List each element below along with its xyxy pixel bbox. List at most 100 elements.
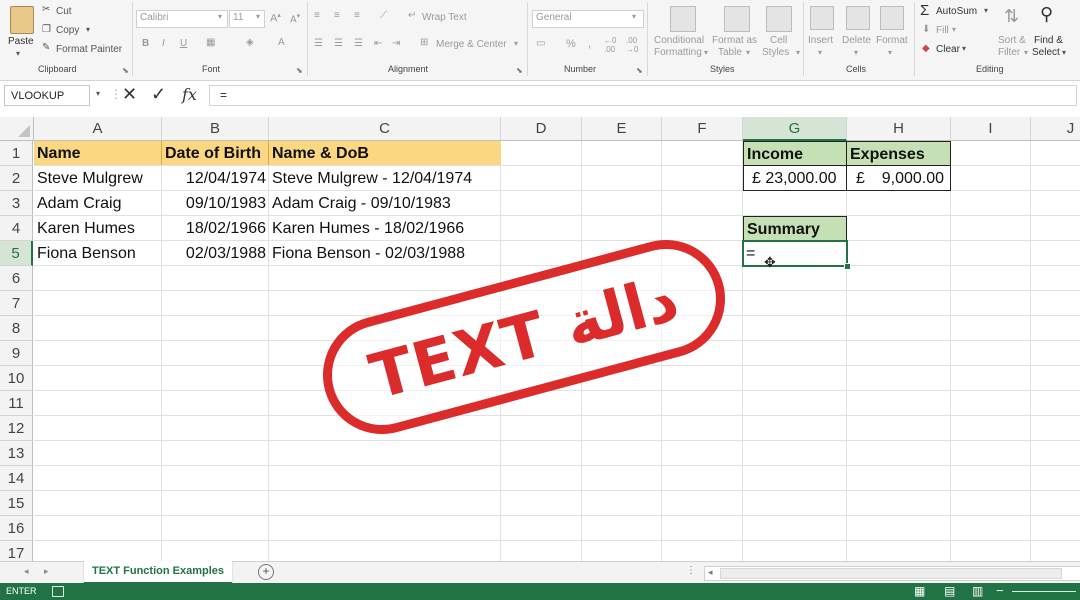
align-bottom-icon[interactable]: ≡ [354, 10, 360, 21]
find-dropdown-icon[interactable]: ▾ [1062, 48, 1066, 57]
font-color-icon[interactable]: A [278, 37, 285, 48]
number-format-dropdown-icon[interactable]: ▾ [632, 12, 636, 21]
column-header-j[interactable]: J [1031, 117, 1080, 141]
row-header-1[interactable]: 1 [0, 141, 33, 166]
delete-button[interactable]: Delete [842, 35, 871, 46]
table-label[interactable]: Table [718, 47, 742, 58]
autosum-dropdown-icon[interactable]: ▾ [984, 6, 988, 15]
column-header-d[interactable]: D [501, 117, 582, 141]
formula-input[interactable]: = [209, 85, 1077, 106]
delete-dropdown-icon[interactable]: ▾ [854, 48, 858, 57]
paste-icon[interactable] [10, 6, 34, 34]
underline-icon[interactable]: U [180, 38, 187, 49]
row-header-11[interactable]: 11 [0, 391, 33, 416]
cut-button[interactable]: Cut [56, 6, 72, 17]
wrap-text-button[interactable]: Wrap Text [422, 12, 467, 23]
normal-view-icon[interactable]: ▦ [914, 584, 925, 598]
cell-b5[interactable]: 02/03/1988 [162, 241, 266, 266]
align-middle-icon[interactable]: ≡ [334, 10, 340, 21]
row-header-5[interactable]: 5 [0, 241, 33, 266]
row-header-15[interactable]: 15 [0, 491, 33, 516]
fill-dropdown-icon[interactable]: ▾ [952, 25, 956, 34]
cell-a1[interactable]: Name [34, 141, 161, 166]
zoom-out-icon[interactable]: − [996, 583, 1004, 598]
format-painter-button[interactable]: Format Painter [56, 44, 122, 55]
percent-icon[interactable]: % [566, 38, 576, 50]
column-header-f[interactable]: F [662, 117, 743, 141]
page-break-view-icon[interactable]: ▥ [972, 584, 983, 598]
sort-dropdown-icon[interactable]: ▾ [1024, 48, 1028, 57]
formatting-label[interactable]: Formatting [654, 47, 702, 58]
row-header-3[interactable]: 3 [0, 191, 33, 216]
cell-b3[interactable]: 09/10/1983 [162, 191, 266, 216]
select-label[interactable]: Select [1032, 47, 1060, 58]
scrollbar-thumb[interactable] [720, 568, 1062, 579]
comma-icon[interactable]: , [588, 38, 591, 50]
row-header-17[interactable]: 17 [0, 541, 33, 561]
tab-text-function-examples[interactable]: TEXT Function Examples [84, 561, 232, 584]
align-left-icon[interactable]: ☰ [314, 38, 323, 49]
column-header-h[interactable]: H [847, 117, 951, 141]
cell-h1[interactable]: Expenses [846, 141, 951, 166]
clipboard-launcher-icon[interactable]: ⬊ [122, 66, 129, 75]
increase-indent-icon[interactable]: ⇥ [392, 38, 400, 49]
tab-scroll-left-icon[interactable]: ◂ [24, 566, 29, 577]
merge-center-button[interactable]: Merge & Center [436, 39, 507, 50]
cell-b4[interactable]: 18/02/1966 [162, 216, 266, 241]
scroll-left-icon[interactable]: ◂ [708, 567, 713, 578]
cell-g5-active[interactable]: = [742, 240, 848, 267]
cell-c1[interactable]: Name & DoB [269, 141, 500, 166]
cancel-icon[interactable]: ✕ [122, 84, 137, 105]
fill-color-icon[interactable]: ◈ [246, 37, 254, 48]
tab-scroll-right-icon[interactable]: ▸ [44, 566, 49, 577]
clear-button[interactable]: Clear [936, 44, 960, 55]
copy-button[interactable]: Copy [56, 25, 79, 36]
accounting-icon[interactable]: ▭ [536, 38, 545, 49]
column-header-a[interactable]: A [34, 117, 162, 141]
cell-g1[interactable]: Income [743, 141, 847, 166]
macro-record-icon[interactable] [52, 586, 64, 597]
filter-label[interactable]: Filter [998, 47, 1020, 58]
row-header-16[interactable]: 16 [0, 516, 33, 541]
styles-label[interactable]: Styles [762, 47, 789, 58]
column-header-c[interactable]: C [269, 117, 501, 141]
row-header-4[interactable]: 4 [0, 216, 33, 241]
fill-handle[interactable] [844, 263, 851, 270]
sort-filter-label[interactable]: Sort & [998, 35, 1026, 46]
increase-font-icon[interactable]: A▴ [270, 11, 281, 25]
row-header-2[interactable]: 2 [0, 166, 33, 191]
row-header-10[interactable]: 10 [0, 366, 33, 391]
cell-b2[interactable]: 12/04/1974 [162, 166, 266, 191]
number-launcher-icon[interactable]: ⬊ [636, 66, 643, 75]
copy-dropdown-icon[interactable]: ▾ [86, 25, 90, 34]
cell-c5[interactable]: Fiona Benson - 02/03/1988 [269, 241, 500, 266]
decrease-indent-icon[interactable]: ⇤ [374, 38, 382, 49]
insert-dropdown-icon[interactable]: ▾ [818, 48, 822, 57]
format-as-table-label[interactable]: Format as [712, 35, 757, 46]
conditional-dropdown-icon[interactable]: ▾ [704, 48, 708, 57]
column-header-i[interactable]: I [951, 117, 1031, 141]
borders-icon[interactable]: ▦ [206, 37, 215, 48]
conditional-formatting-label[interactable]: Conditional [654, 35, 704, 46]
row-header-6[interactable]: 6 [0, 266, 33, 291]
merge-dropdown-icon[interactable]: ▾ [514, 39, 518, 48]
cell-a4[interactable]: Karen Humes [34, 216, 161, 241]
font-launcher-icon[interactable]: ⬊ [296, 66, 303, 75]
cell-g2[interactable]: £ 23,000.00 [743, 165, 847, 191]
increase-decimal-icon[interactable]: ←0.00 [604, 36, 616, 54]
insert-function-icon[interactable]: fx [182, 85, 197, 104]
format-table-dropdown-icon[interactable]: ▾ [746, 48, 750, 57]
paste-button[interactable]: Paste [8, 36, 34, 47]
bold-icon[interactable]: B [142, 38, 149, 49]
format-cells-button[interactable]: Format [876, 35, 908, 46]
enter-icon[interactable]: ✓ [151, 84, 166, 105]
decrease-font-icon[interactable]: A▾ [290, 12, 300, 25]
cell-g4[interactable]: Summary [743, 216, 847, 241]
name-box-dropdown-icon[interactable]: ▾ [96, 89, 100, 98]
name-box[interactable]: VLOOKUP [4, 85, 90, 106]
font-name-dropdown-icon[interactable]: ▾ [218, 12, 222, 21]
add-sheet-icon[interactable]: + [258, 564, 274, 580]
column-header-b[interactable]: B [162, 117, 269, 141]
zoom-slider[interactable] [1012, 591, 1076, 592]
row-header-8[interactable]: 8 [0, 316, 33, 341]
